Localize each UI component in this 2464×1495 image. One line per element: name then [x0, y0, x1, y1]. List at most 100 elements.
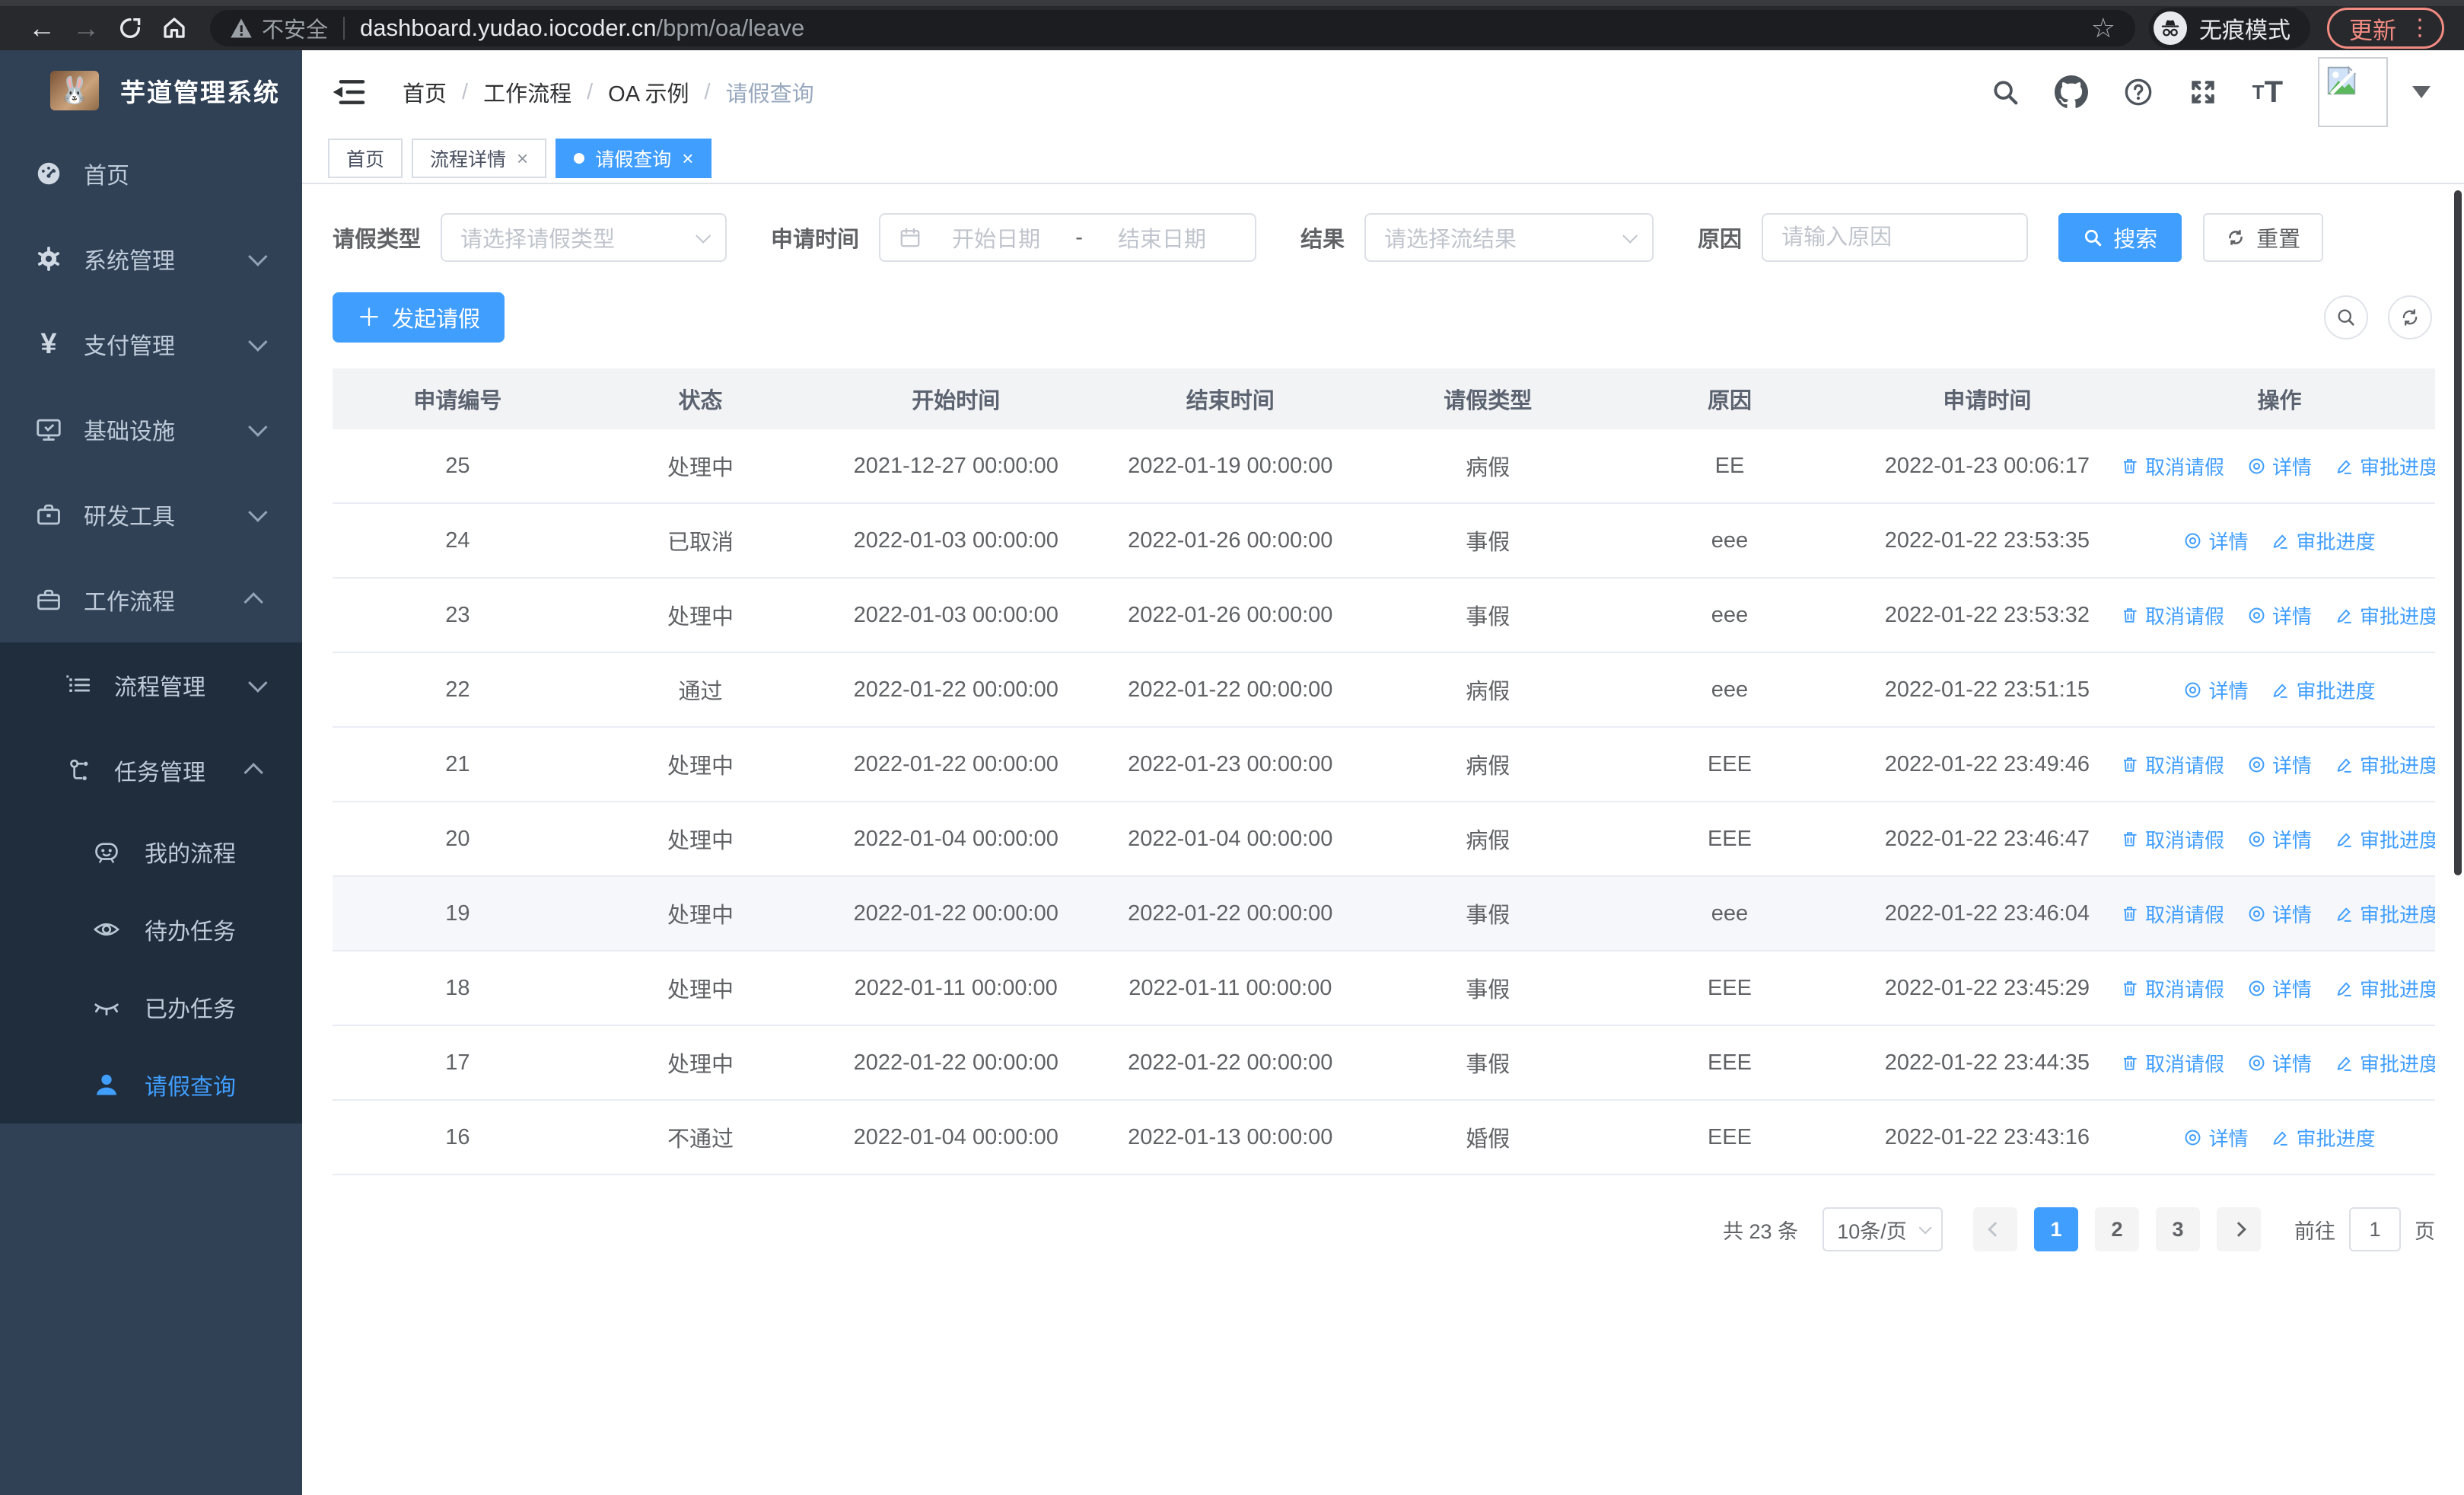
search-button[interactable]: 搜索 [2058, 213, 2182, 262]
progress-action-link[interactable]: 审批进度 [2335, 452, 2435, 480]
page-button-2[interactable]: 2 [2095, 1207, 2139, 1251]
breadcrumb-separator: / [462, 79, 469, 104]
detail-action-link[interactable]: 详情 [2247, 452, 2312, 480]
breadcrumb-item[interactable]: 首页 [403, 76, 447, 108]
page-button-3[interactable]: 3 [2156, 1207, 2200, 1251]
browser-reload-button[interactable] [108, 8, 152, 48]
sidebar-item-process-mgmt[interactable]: 流程管理 [0, 642, 302, 728]
page-size-select[interactable]: 10条/页 [1823, 1207, 1943, 1251]
page-scrollbar[interactable] [2454, 190, 2462, 875]
table-toolbar: ＋ 发起请假 [333, 292, 2435, 343]
sidebar-item-payment-mgmt[interactable]: ¥ 支付管理 [0, 301, 302, 387]
sidebar-item-done-tasks[interactable]: 已办任务 [0, 968, 302, 1046]
next-page-button[interactable] [2217, 1207, 2261, 1251]
table-row: 20 处理中 2022-01-04 00:00:00 2022-01-04 00:00… [333, 802, 2435, 877]
detail-action-link[interactable]: 详情 [2247, 1049, 2312, 1077]
close-tab-icon[interactable]: × [517, 148, 528, 168]
progress-action-link[interactable]: 审批进度 [2271, 1124, 2376, 1152]
sidebar-item-leave-query[interactable]: 请假查询 [0, 1046, 302, 1124]
cancel-action-link[interactable]: 取消请假 [2124, 452, 2224, 480]
header-search-button[interactable] [1991, 78, 2020, 107]
detail-action-link[interactable]: 详情 [2247, 751, 2312, 779]
tab-leave-query[interactable]: 请假查询 × [556, 139, 712, 178]
create-leave-button[interactable]: ＋ 发起请假 [333, 292, 505, 343]
result-select[interactable]: 请选择流结果 [1364, 213, 1654, 262]
breadcrumb-item[interactable]: OA 示例 [608, 76, 689, 108]
detail-action-link[interactable]: 详情 [2183, 527, 2248, 555]
progress-action-link[interactable]: 审批进度 [2335, 825, 2435, 853]
breadcrumb-separator: / [704, 79, 711, 104]
progress-action-link[interactable]: 审批进度 [2335, 751, 2435, 779]
progress-action-link[interactable]: 审批进度 [2335, 1049, 2435, 1077]
breadcrumb-item[interactable]: 工作流程 [483, 76, 571, 108]
reason-input[interactable] [1781, 225, 2009, 250]
cancel-action-link[interactable]: 取消请假 [2124, 601, 2224, 630]
page-button-1[interactable]: 1 [2034, 1207, 2078, 1251]
sidebar-item-todo-tasks[interactable]: 待办任务 [0, 891, 302, 968]
detail-action-link[interactable]: 详情 [2247, 601, 2312, 630]
delete-icon [2124, 904, 2139, 923]
cell-reason: eee [1711, 677, 1749, 702]
cancel-action-link[interactable]: 取消请假 [2124, 825, 2224, 853]
tab-home[interactable]: 首页 [328, 139, 403, 178]
reset-button[interactable]: 重置 [2203, 213, 2324, 262]
eye-closed-icon [91, 992, 122, 1022]
goto-page-input[interactable] [2349, 1207, 2401, 1251]
cancel-action-link[interactable]: 取消请假 [2124, 900, 2224, 928]
sidebar-collapse-button[interactable] [331, 75, 368, 109]
delete-icon [2124, 830, 2139, 849]
sidebar-item-dev-tools[interactable]: 研发工具 [0, 472, 302, 557]
progress-action-link[interactable]: 审批进度 [2271, 676, 2376, 704]
start-date-input[interactable]: 开始日期 [922, 222, 1071, 253]
chevron-down-icon [248, 247, 268, 266]
fullscreen-button[interactable] [2189, 78, 2217, 107]
detail-action-link[interactable]: 详情 [2247, 900, 2312, 928]
browser-update-button[interactable]: 更新 ⋮ [2327, 8, 2444, 49]
sidebar-item-my-process[interactable]: 我的流程 [0, 813, 302, 891]
bookmark-star-icon[interactable]: ☆ [2091, 12, 2115, 44]
cancel-action-link[interactable]: 取消请假 [2124, 751, 2224, 779]
close-tab-icon[interactable]: × [682, 148, 693, 168]
sidebar-item-infrastructure[interactable]: 基础设施 [0, 387, 302, 472]
incognito-icon [2154, 11, 2187, 45]
browser-menu-icon[interactable]: ⋮ [2408, 17, 2431, 40]
url-bar[interactable]: 不安全 dashboard.yudao.iocoder.cn/bpm/oa/le… [210, 10, 2135, 46]
sidebar-item-home[interactable]: 首页 [0, 131, 302, 216]
progress-action-link[interactable]: 审批进度 [2335, 974, 2435, 1003]
sidebar-item-label: 流程管理 [114, 675, 205, 700]
avatar-dropdown-caret[interactable] [2412, 86, 2431, 98]
progress-action-link[interactable]: 审批进度 [2335, 900, 2435, 928]
detail-action-link[interactable]: 详情 [2247, 974, 2312, 1003]
detail-action-link[interactable]: 详情 [2247, 825, 2312, 853]
column-header: 申请编号 [413, 389, 502, 413]
action-label: 取消请假 [2144, 828, 2224, 852]
sidebar-item-workflow[interactable]: 工作流程 [0, 557, 302, 642]
progress-action-link[interactable]: 审批进度 [2271, 527, 2376, 555]
detail-action-link[interactable]: 详情 [2183, 1124, 2248, 1152]
prev-page-button[interactable] [1973, 1207, 2017, 1251]
sidebar-item-task-mgmt[interactable]: 任务管理 [0, 728, 302, 813]
fullscreen-icon [2191, 81, 2214, 104]
browser-home-button[interactable] [152, 8, 196, 48]
cancel-action-link[interactable]: 取消请假 [2124, 974, 2224, 1003]
leave-type-select[interactable]: 请选择请假类型 [441, 213, 727, 262]
browser-back-button[interactable]: ← [20, 8, 64, 48]
column-header: 操作 [2257, 389, 2302, 413]
cell-type: 病假 [1466, 754, 1511, 779]
user-avatar[interactable] [2318, 57, 2388, 127]
apply-time-range-picker[interactable]: 开始日期 - 结束日期 [879, 213, 1257, 262]
sidebar-item-system-mgmt[interactable]: 系统管理 [0, 216, 302, 301]
refresh-table-button[interactable] [2388, 295, 2432, 339]
cancel-action-link[interactable]: 取消请假 [2124, 1049, 2224, 1077]
cell-start: 2022-01-22 00:00:00 [853, 751, 1059, 776]
tab-process-detail[interactable]: 流程详情 × [412, 139, 547, 178]
github-link[interactable] [2054, 75, 2088, 109]
progress-action-link[interactable]: 审批进度 [2335, 601, 2435, 630]
end-date-input[interactable]: 结束日期 [1087, 222, 1237, 253]
font-size-button[interactable]: TT [2252, 75, 2283, 110]
toggle-search-button[interactable] [2324, 295, 2368, 339]
detail-action-link[interactable]: 详情 [2183, 676, 2248, 704]
app-logo[interactable]: 🐰 芋道管理系统 [0, 50, 302, 131]
browser-forward-button[interactable]: → [64, 8, 108, 48]
help-button[interactable] [2123, 77, 2154, 107]
